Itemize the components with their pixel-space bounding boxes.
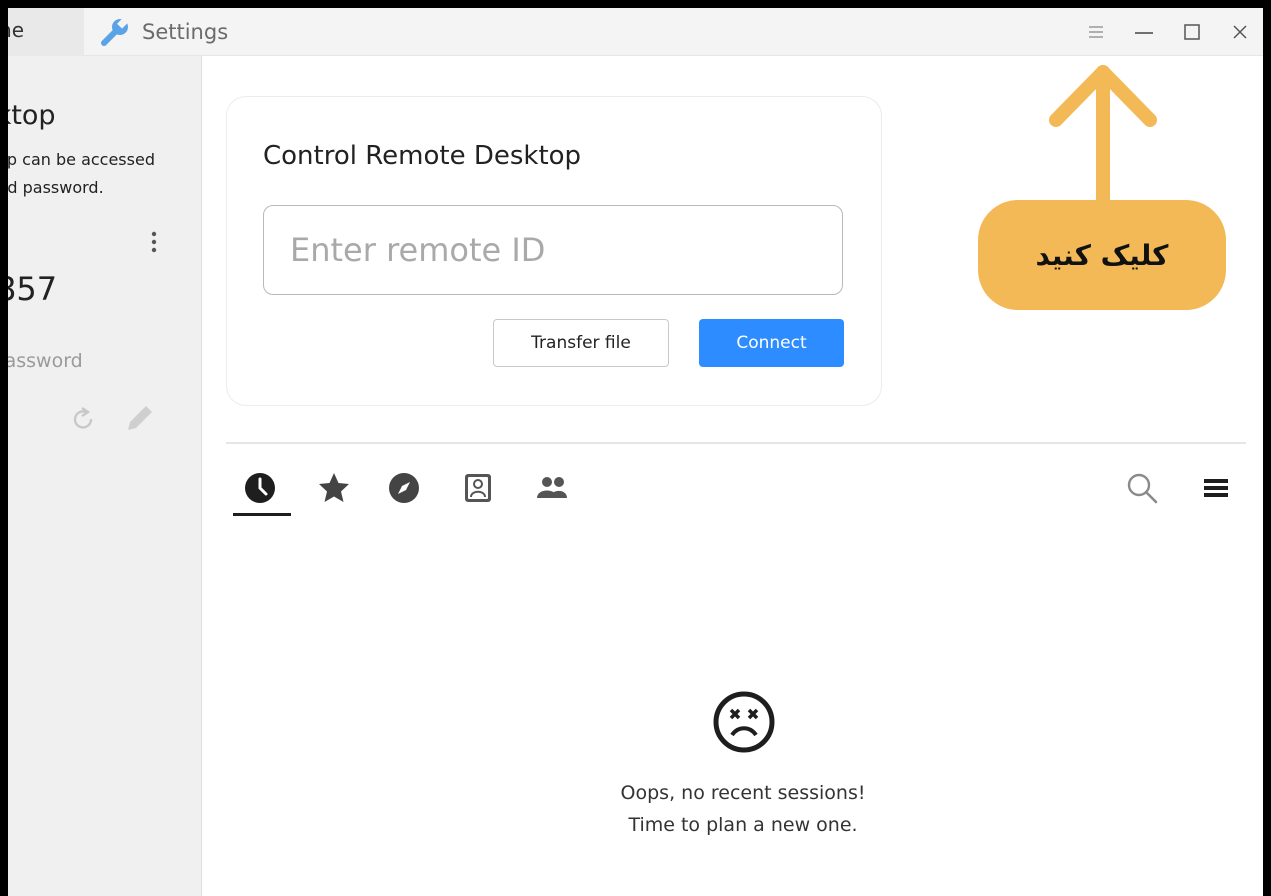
empty-state-message: Time to plan a new one. (628, 814, 858, 836)
minimize-icon[interactable] (1130, 18, 1158, 46)
annotation-callout: کلیک کنید (978, 200, 1226, 310)
search-icon[interactable] (1124, 470, 1160, 506)
sidebar-description: Your desktop can be accessed (8, 150, 155, 169)
sad-face-icon (713, 691, 775, 753)
app-window: Home Settings Your Desktop Your desktop … (8, 8, 1263, 896)
connect-button[interactable]: Connect (699, 319, 844, 367)
tab-home-label: Home (8, 18, 24, 42)
active-tab-indicator (233, 513, 291, 516)
list-view-icon[interactable] (1202, 476, 1230, 500)
sidebar: Your Desktop Your desktop can be accesse… (8, 56, 202, 896)
more-options-icon[interactable] (146, 228, 162, 258)
tab-settings[interactable]: Settings (98, 8, 228, 56)
device-id: 857 (8, 270, 58, 308)
close-icon[interactable] (1226, 18, 1254, 46)
callout-text: کلیک کنید (1035, 238, 1169, 272)
password-label: Password (8, 350, 83, 372)
recent-clock-icon[interactable] (242, 470, 278, 506)
transfer-file-button[interactable]: Transfer file (493, 319, 669, 367)
card-title: Control Remote Desktop (263, 141, 582, 171)
discovered-compass-icon[interactable] (386, 470, 422, 506)
empty-state-message: Oops, no recent sessions! (620, 782, 866, 804)
edit-pencil-icon[interactable] (122, 402, 156, 434)
sidebar-description: with this ID and password. (8, 178, 104, 197)
address-book-icon[interactable] (460, 470, 496, 506)
divider (226, 442, 1246, 444)
tab-settings-label: Settings (142, 20, 229, 44)
sidebar-title: Your Desktop (8, 100, 56, 131)
maximize-icon[interactable] (1178, 18, 1206, 46)
wrench-icon (101, 18, 128, 46)
tab-home[interactable]: Home (8, 8, 84, 56)
annotation-arrow-icon (1049, 65, 1157, 215)
connect-card: Control Remote Desktop Transfer file Con… (226, 96, 882, 406)
refresh-icon[interactable] (68, 404, 98, 434)
favorites-star-icon[interactable] (316, 470, 352, 506)
group-people-icon[interactable] (534, 470, 570, 506)
remote-id-input[interactable] (263, 205, 843, 295)
title-bar: Home Settings (8, 8, 1263, 56)
hamburger-menu-icon[interactable] (1082, 18, 1110, 46)
